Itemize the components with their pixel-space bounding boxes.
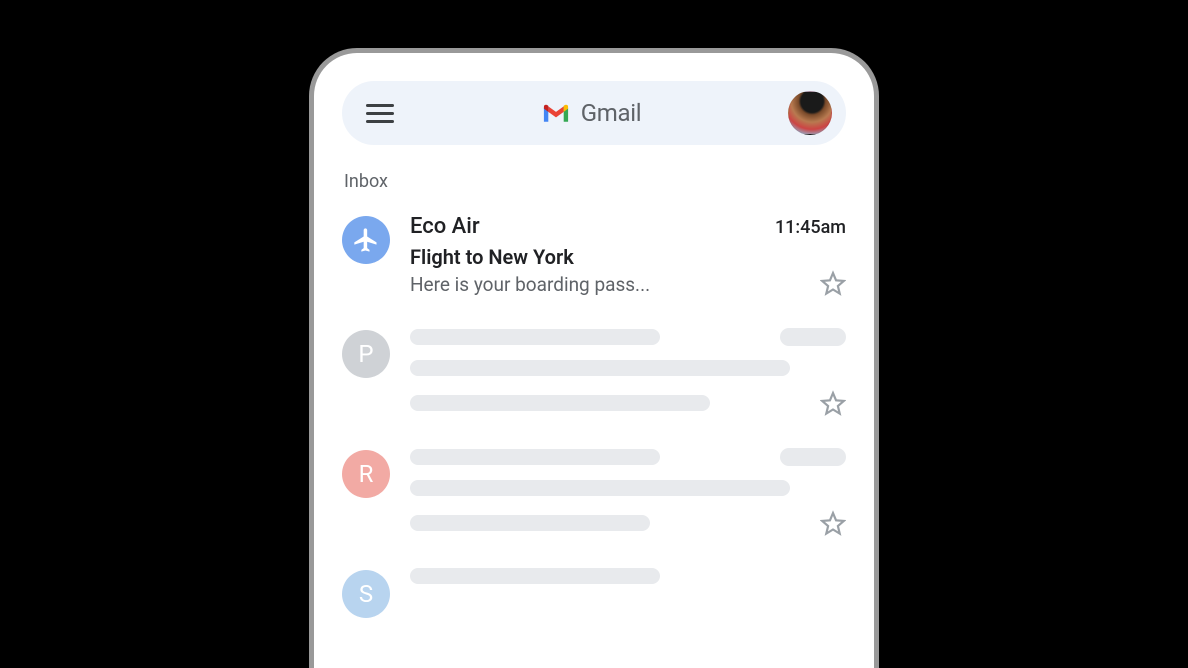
gmail-m-icon [541, 102, 571, 124]
app-name: Gmail [581, 99, 642, 127]
email-subject: Flight to New York [410, 245, 820, 269]
email-row[interactable]: Eco Air 11:45am Flight to New York Here … [342, 204, 846, 318]
sender-avatar[interactable] [342, 216, 390, 264]
email-row-placeholder[interactable]: R [342, 438, 846, 558]
avatar[interactable] [788, 91, 832, 135]
email-time: 11:45am [775, 217, 846, 238]
search-bar[interactable]: Gmail [342, 81, 846, 145]
email-snippet: Here is your boarding pass... [410, 273, 820, 296]
email-row-placeholder[interactable]: S [342, 558, 846, 640]
avatar-initial: P [358, 340, 373, 368]
email-list: Eco Air 11:45am Flight to New York Here … [342, 204, 846, 640]
airplane-icon [352, 226, 380, 254]
sender-avatar[interactable]: S [342, 570, 390, 618]
star-icon[interactable] [820, 510, 846, 536]
email-sender: Eco Air [410, 214, 480, 239]
gmail-logo: Gmail [410, 99, 772, 127]
menu-icon[interactable] [366, 99, 394, 127]
phone-frame: Gmail Inbox Eco Air 11:45am Flight to Ne… [309, 48, 879, 668]
star-icon[interactable] [820, 390, 846, 416]
avatar-initial: R [359, 460, 374, 488]
avatar-initial: S [359, 580, 373, 608]
sender-avatar[interactable]: R [342, 450, 390, 498]
inbox-label: Inbox [344, 171, 846, 192]
sender-avatar[interactable]: P [342, 330, 390, 378]
email-row-placeholder[interactable]: P [342, 318, 846, 438]
email-body: Eco Air 11:45am Flight to New York Here … [410, 214, 846, 296]
star-icon[interactable] [820, 270, 846, 296]
